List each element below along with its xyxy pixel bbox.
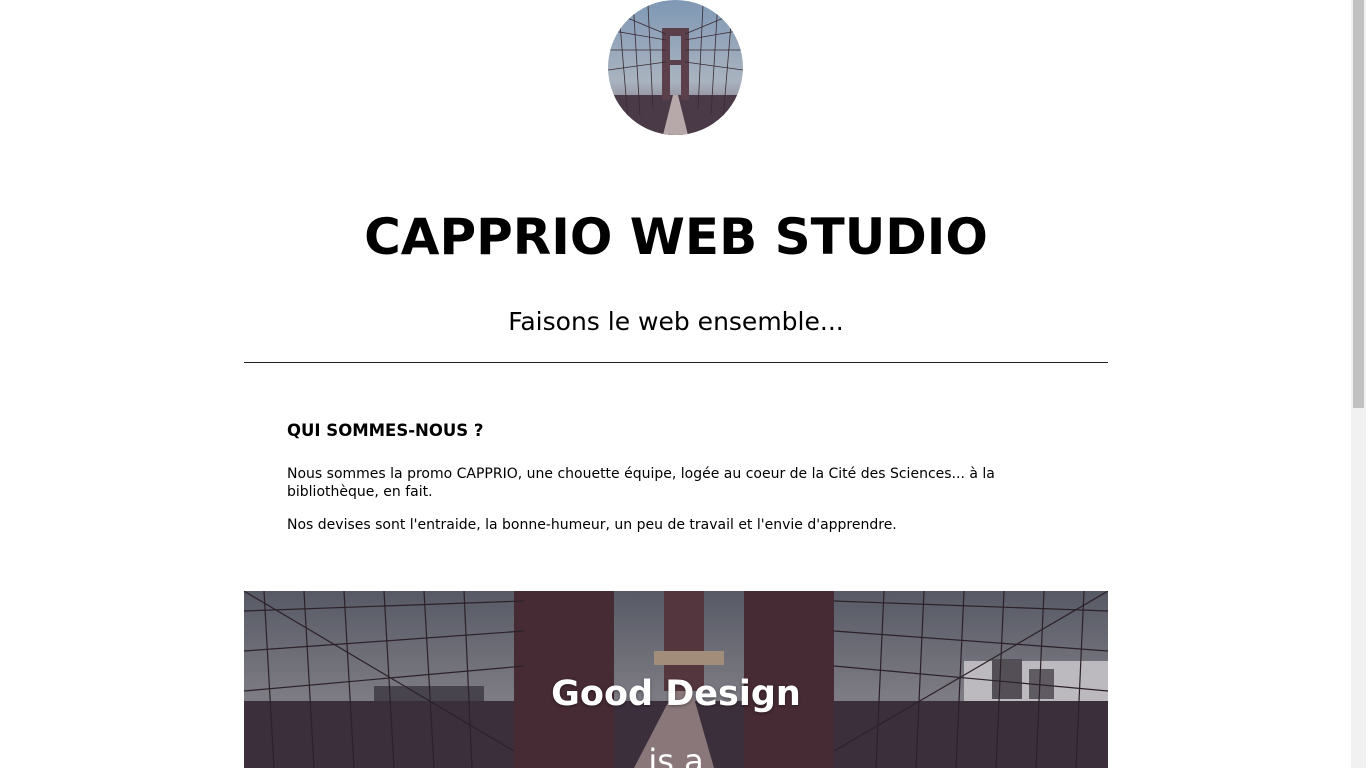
section-divider	[244, 362, 1108, 363]
site-title: CAPPRIO WEB STUDIO	[364, 208, 988, 266]
hero-title: Good Design	[551, 674, 801, 714]
site-tagline: Faisons le web ensemble...	[508, 307, 844, 336]
about-paragraph: Nos devises sont l'entraide, la bonne-hu…	[287, 517, 897, 533]
scrollbar-thumb[interactable]	[1353, 0, 1364, 408]
page: CAPPRIO WEB STUDIO Faisons le web ensemb…	[0, 0, 1351, 768]
bridge-avatar-image	[608, 0, 743, 135]
about-heading: QUI SOMMES-NOUS ?	[287, 421, 484, 440]
hero-banner: Good Design is a	[244, 591, 1108, 768]
hero-subtitle: is a	[648, 742, 704, 768]
about-paragraph: Nous sommes la promo CAPPRIO, une chouet…	[287, 466, 995, 500]
page-scrollbar[interactable]	[1351, 0, 1366, 768]
